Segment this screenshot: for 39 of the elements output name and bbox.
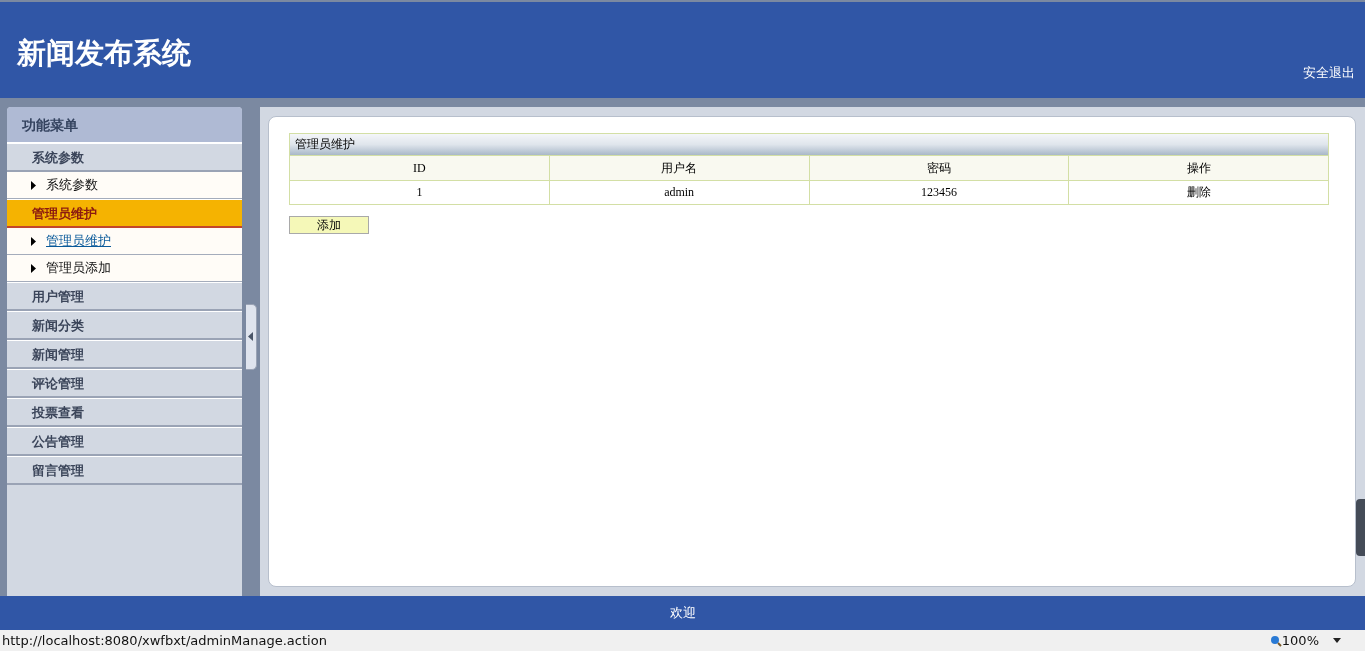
- site-title: 新闻发布系统: [17, 35, 191, 72]
- logout-link[interactable]: 安全退出: [1303, 64, 1355, 82]
- zoom-icon: [1269, 634, 1282, 647]
- triangle-icon: [31, 180, 36, 190]
- zoom-level[interactable]: 100%: [1281, 633, 1319, 648]
- column-header: 操作: [1068, 155, 1329, 181]
- side-widget-handle[interactable]: [1356, 499, 1365, 556]
- table-cell: admin: [549, 180, 809, 205]
- delete-link[interactable]: 删除: [1186, 185, 1211, 199]
- column-header: 密码: [809, 155, 1069, 181]
- table-title: 管理员维护: [289, 133, 1329, 155]
- submenu-item[interactable]: 管理员维护: [7, 228, 242, 255]
- dropdown-caret-icon[interactable]: [1333, 638, 1341, 643]
- add-button[interactable]: 添加: [289, 216, 369, 234]
- triangle-icon: [31, 263, 36, 273]
- menu-group[interactable]: 公告管理: [7, 427, 242, 456]
- menu-group[interactable]: 评论管理: [7, 369, 242, 398]
- menu-group[interactable]: 用户管理: [7, 282, 242, 311]
- submenu-item[interactable]: 系统参数: [7, 172, 242, 199]
- menu-group[interactable]: 投票查看: [7, 398, 242, 427]
- triangle-icon: [31, 236, 36, 246]
- menu-group[interactable]: 新闻管理: [7, 340, 242, 369]
- submenu-link[interactable]: 管理员添加: [46, 259, 111, 277]
- menu-group[interactable]: 管理员维护: [7, 199, 242, 228]
- collapse-arrow-icon: [248, 332, 253, 341]
- footer-text: 欢迎: [669, 604, 696, 622]
- table-cell: 123456: [809, 180, 1069, 205]
- menu-group[interactable]: 留言管理: [7, 456, 242, 485]
- menu-group[interactable]: 新闻分类: [7, 311, 242, 340]
- column-header: ID: [289, 155, 550, 181]
- menu-group[interactable]: 系统参数: [7, 143, 242, 172]
- column-header: 用户名: [549, 155, 809, 181]
- submenu-item[interactable]: 管理员添加: [7, 255, 242, 282]
- submenu-link[interactable]: 系统参数: [46, 176, 98, 194]
- table-cell: 1: [289, 180, 550, 205]
- collapse-handle[interactable]: [245, 303, 257, 370]
- status-url: http://localhost:8080/xwfbxt/adminManage.action: [2, 633, 328, 648]
- menu-title: 功能菜单: [7, 107, 242, 143]
- submenu-link[interactable]: 管理员维护: [46, 232, 111, 250]
